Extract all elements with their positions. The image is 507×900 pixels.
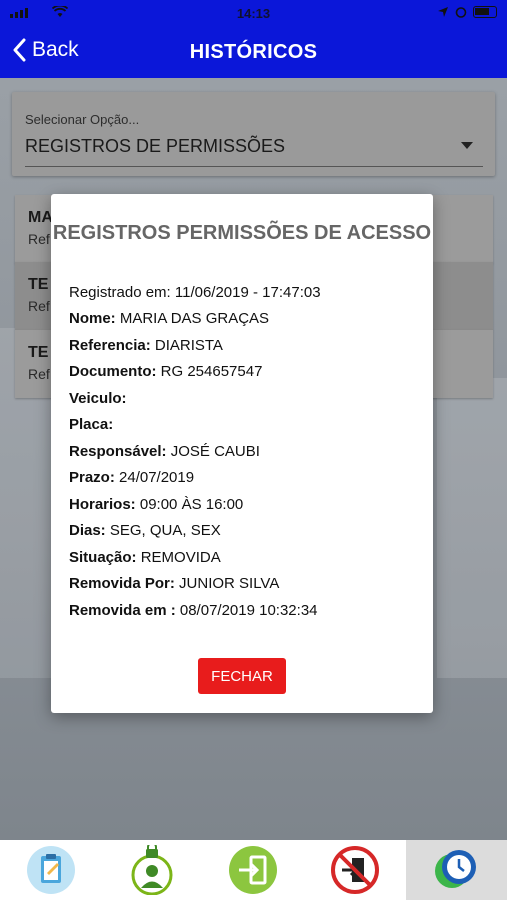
detail-label: Referencia:: [69, 336, 151, 354]
registered-at: Registrado em: 11/06/2019 - 17:47:03: [69, 284, 321, 301]
enter-door-icon: [229, 846, 278, 894]
detail-label: Documento:: [69, 363, 157, 380]
detail-value: RG 254657547: [160, 363, 263, 380]
history-clock-icon: [435, 850, 477, 888]
detail-value: 09:00 ÀS 16:00: [139, 495, 244, 513]
detail-label: Removida Por:: [69, 575, 175, 592]
detail-row: Documento: RG 254657547: [69, 359, 419, 386]
no-entry-exit-icon: [330, 846, 379, 894]
tab-clipboard[interactable]: [0, 840, 101, 900]
detail-row: Responsável: JOSÉ CAUBI: [69, 439, 419, 466]
detail-row: Horarios: 09:00 ÀS 16:00: [69, 492, 419, 519]
list-item-title: MA: [28, 209, 53, 226]
status-bar: 14:13: [0, 0, 507, 26]
select-underline: [25, 166, 483, 167]
list-item-subtitle: Ref: [28, 231, 50, 247]
detail-label: Dias:: [69, 522, 106, 539]
detail-row: Removida Por: JUNIOR SILVA: [69, 571, 419, 598]
detail-label: Veiculo:: [69, 389, 127, 407]
detail-label: Removida em :: [69, 601, 176, 619]
list-item-title: TE: [28, 344, 49, 361]
detail-value: REMOVIDA: [140, 548, 221, 566]
detail-value: 08/07/2019 10:32:34: [179, 601, 318, 619]
select-value: REGISTROS DE PERMISSÕES: [25, 136, 286, 156]
detail-value: JOSÉ CAUBI: [170, 442, 260, 460]
details-list: Registrado em: 11/06/2019 - 17:47:03 Nom…: [69, 284, 419, 624]
detail-label: Placa:: [69, 416, 114, 433]
detail-label: Prazo:: [69, 469, 115, 486]
alarm-icon: [455, 7, 467, 18]
page-title: HISTÓRICOS: [189, 41, 318, 63]
clipboard-icon: [26, 846, 75, 894]
detail-row: Dias: SEG, QUA, SEX: [69, 518, 419, 545]
tab-exit[interactable]: [304, 840, 405, 900]
list-item-subtitle: Ref: [28, 298, 50, 314]
location-icon: [438, 7, 448, 17]
tab-history[interactable]: [405, 840, 507, 900]
detail-row: Removida em : 08/07/2019 10:32:34: [69, 598, 419, 625]
option-select[interactable]: Selecionar Opção... REGISTROS DE PERMISS…: [12, 92, 495, 176]
select-label: Selecionar Opção...: [25, 112, 140, 127]
detail-value: MARIA DAS GRAÇAS: [119, 310, 270, 327]
detail-value: 24/07/2019: [119, 469, 195, 486]
nav-header: 14:13 Back HISTÓRICOS: [0, 0, 507, 78]
battery-icon: [473, 6, 497, 18]
status-time: 14:13: [236, 6, 271, 21]
detail-row: Veiculo:: [69, 386, 419, 413]
close-button[interactable]: FECHAR: [198, 658, 286, 694]
detail-label: Situação:: [69, 548, 137, 566]
list-item-title: TE: [28, 276, 49, 293]
detail-row: Prazo: 24/07/2019: [69, 465, 419, 492]
detail-label: Responsável:: [69, 442, 167, 460]
detail-label: Nome:: [69, 310, 116, 327]
tab-entry[interactable]: [203, 840, 304, 900]
dropdown-arrow-icon: [461, 142, 473, 149]
dialog-title: REGISTROS PERMISSÕES DE ACESSO: [52, 222, 432, 244]
detail-value: JUNIOR SILVA: [179, 575, 280, 592]
tab-authorized-user[interactable]: [101, 840, 202, 900]
bottom-tab-bar: [0, 840, 507, 900]
list-item-subtitle: Ref: [28, 366, 50, 382]
detail-row: Nome: MARIA DAS GRAÇAS: [69, 306, 419, 333]
detail-label: Horarios:: [69, 495, 136, 513]
details-dialog: REGISTROS PERMISSÕES DE ACESSO Registrad…: [51, 194, 433, 713]
detail-row: Situação: REMOVIDA: [69, 545, 419, 572]
detail-value: SEG, QUA, SEX: [109, 522, 221, 539]
detail-row: Referencia: DIARISTA: [69, 333, 419, 360]
detail-row: Placa:: [69, 412, 419, 439]
user-lock-icon: [131, 845, 173, 895]
detail-value: DIARISTA: [154, 336, 223, 354]
